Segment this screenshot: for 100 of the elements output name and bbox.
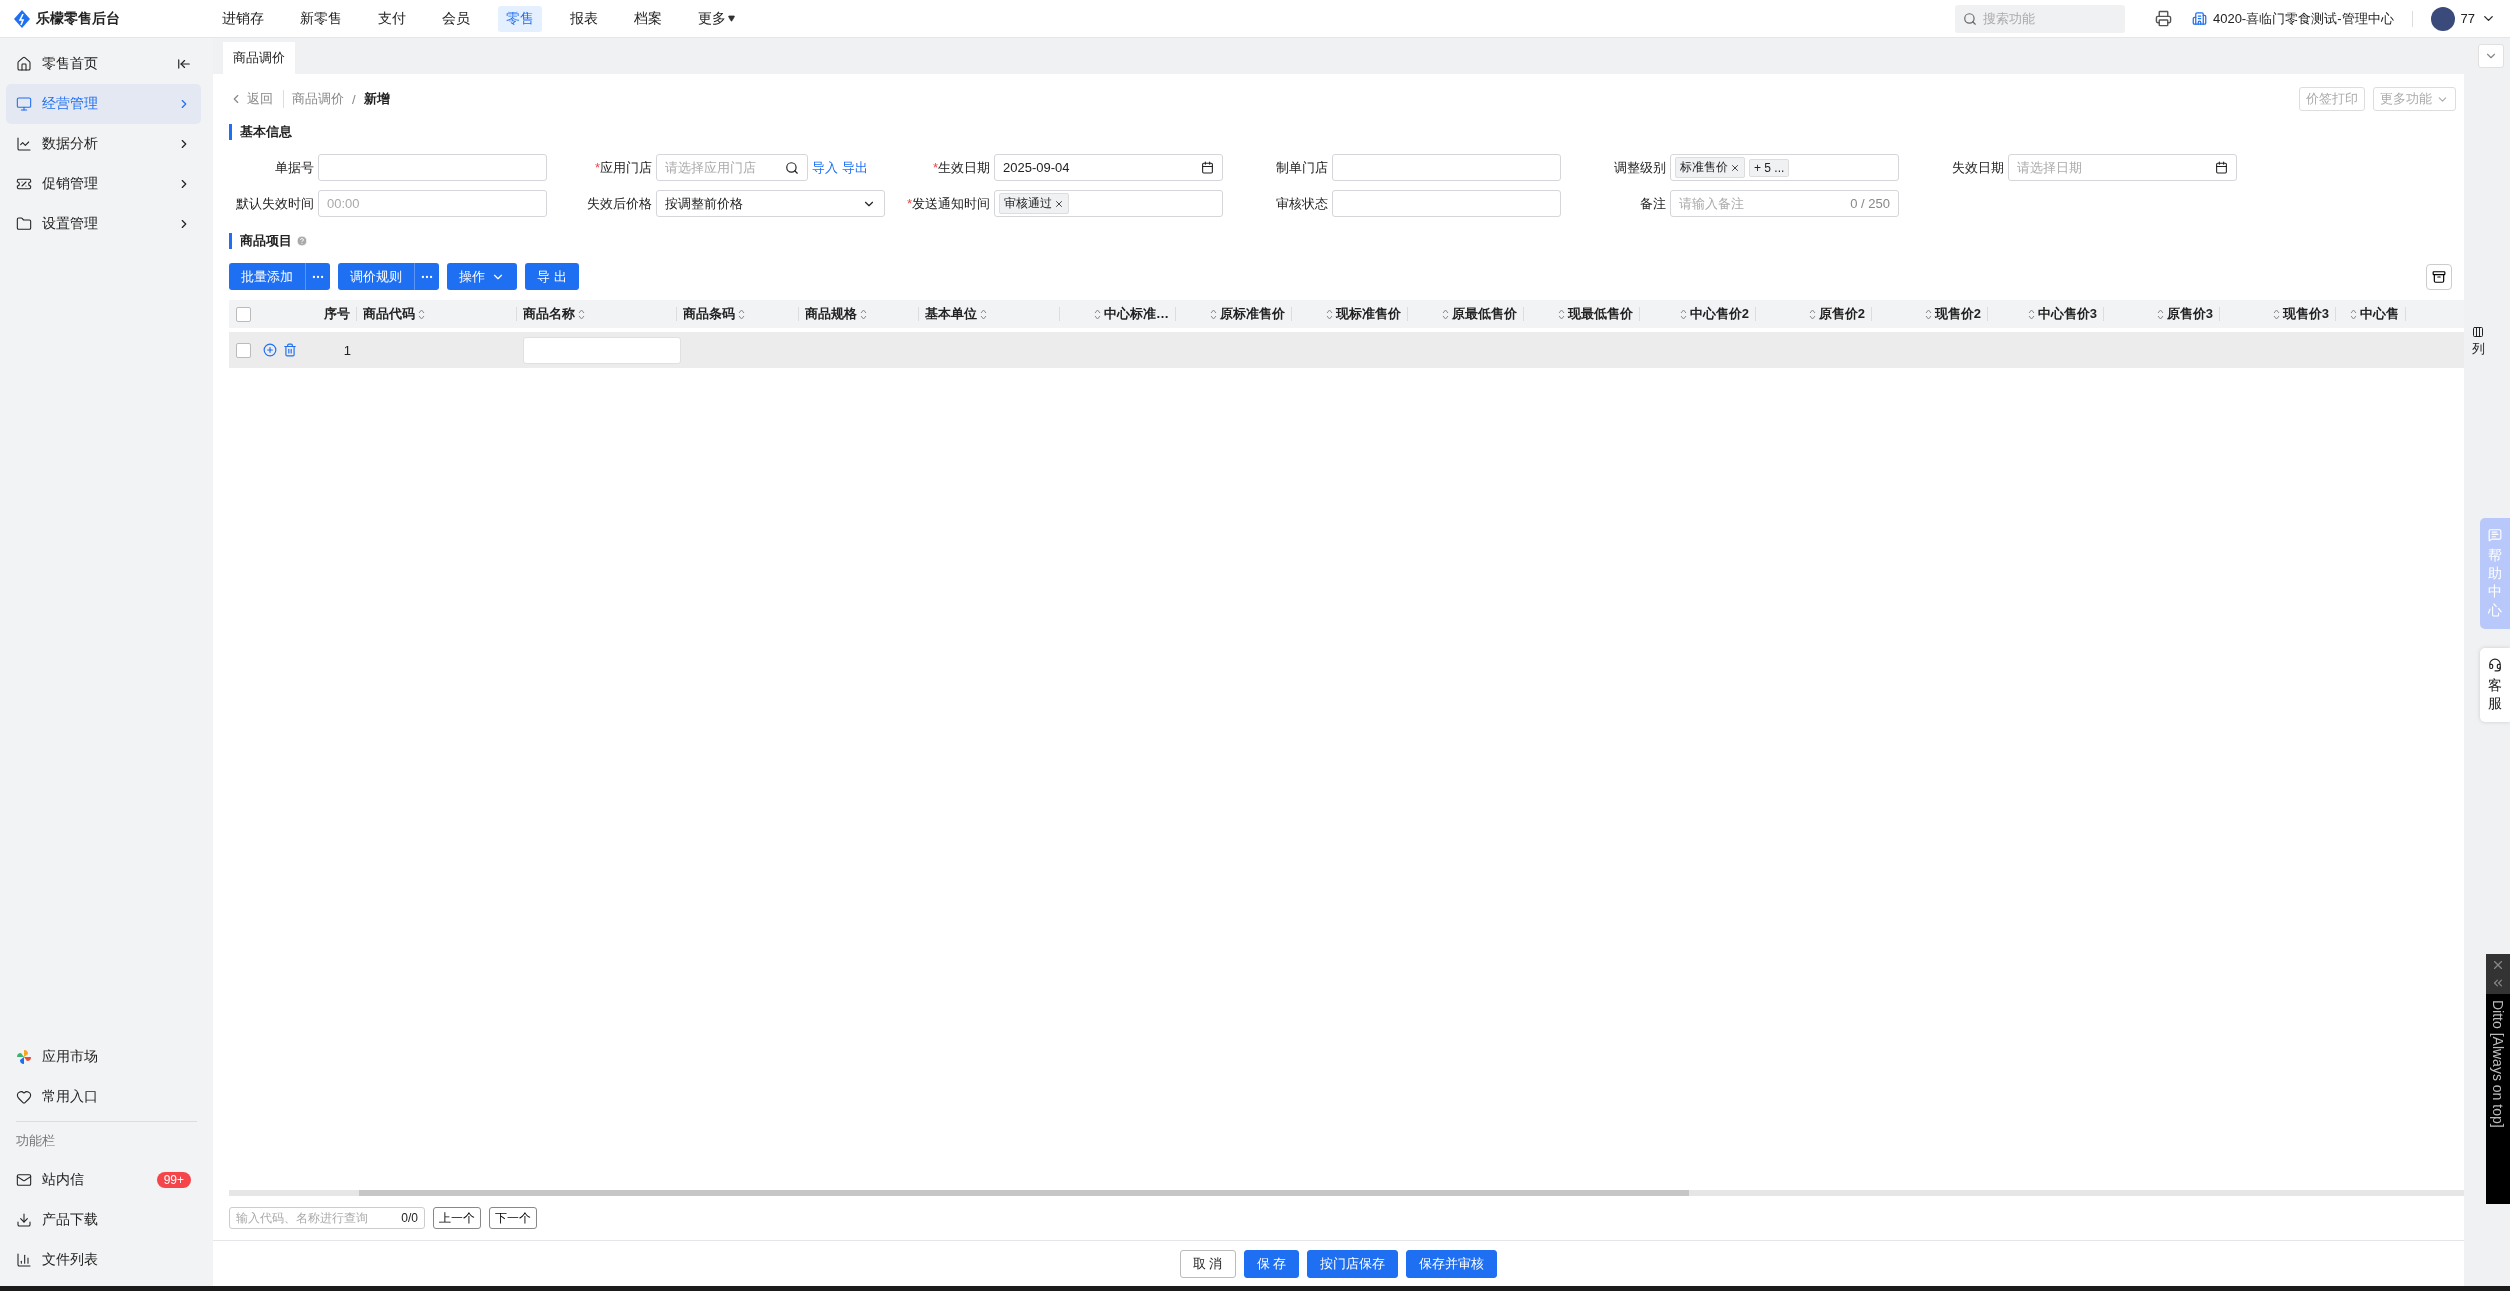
- collapse-icon[interactable]: [177, 57, 191, 71]
- sort-icon[interactable]: [1924, 308, 1932, 320]
- remark-field[interactable]: 请输入备注 0 / 250: [1670, 190, 1899, 217]
- help-icon[interactable]: [296, 235, 308, 247]
- sort-icon[interactable]: [418, 308, 425, 320]
- sidebar-item[interactable]: 站内信 99+: [6, 1160, 201, 1200]
- nav-item[interactable]: 零售: [498, 5, 542, 32]
- sidebar-item[interactable]: 应用市场: [6, 1037, 201, 1077]
- checkbox[interactable]: [235, 342, 251, 358]
- link[interactable]: 导出: [842, 158, 868, 177]
- sort-icon[interactable]: [2027, 308, 2035, 320]
- column-header[interactable]: 中心售: [2336, 307, 2406, 321]
- name-input[interactable]: [523, 336, 681, 364]
- column-header[interactable]: 现标准售价: [1292, 307, 1408, 321]
- column-header[interactable]: 中心标准…: [1060, 307, 1176, 321]
- column-header[interactable]: 现最低售价: [1524, 307, 1640, 321]
- archive-button[interactable]: [2426, 263, 2452, 290]
- footer-button[interactable]: 按门店保存: [1307, 1249, 1399, 1278]
- sidebar-item[interactable]: 产品下载: [6, 1200, 201, 1240]
- back-link[interactable]: 返回: [229, 90, 284, 108]
- column-header[interactable]: 原标准售价: [1176, 307, 1292, 321]
- sort-icon[interactable]: [1808, 308, 1816, 320]
- add-icon[interactable]: [263, 343, 277, 357]
- text-field[interactable]: [318, 154, 547, 181]
- column-header[interactable]: 现售价2: [1872, 307, 1988, 321]
- close-icon[interactable]: [1054, 198, 1064, 209]
- checkbox[interactable]: [235, 306, 251, 322]
- nav-item[interactable]: 新零售: [292, 5, 350, 32]
- nav-item[interactable]: 更多: [690, 5, 743, 32]
- sort-icon[interactable]: [1558, 308, 1565, 320]
- sort-icon[interactable]: [1094, 308, 1101, 320]
- tag-select-field[interactable]: 审核通过: [994, 190, 1223, 217]
- column-header[interactable]: 商品条码: [677, 307, 799, 321]
- sort-icon[interactable]: [1442, 308, 1449, 320]
- nav-item[interactable]: 支付: [370, 5, 414, 32]
- sidebar-item[interactable]: 文件列表: [6, 1240, 201, 1280]
- sidebar-item[interactable]: 零售首页: [6, 44, 201, 84]
- column-header[interactable]: 商品规格: [799, 307, 919, 321]
- printer-icon[interactable]: [2154, 10, 2172, 27]
- footer-button[interactable]: 保存并审核: [1406, 1249, 1498, 1278]
- sidebar-item[interactable]: 经营管理: [6, 84, 201, 124]
- sidebar-item[interactable]: 常用入口: [6, 1077, 201, 1117]
- sort-icon[interactable]: [2350, 308, 2357, 320]
- sort-icon[interactable]: [980, 308, 987, 320]
- sidebar-item[interactable]: 促销管理: [6, 164, 201, 204]
- close-icon[interactable]: [1730, 162, 1740, 173]
- nav-item[interactable]: 报表: [562, 5, 606, 32]
- page-tab[interactable]: 商品调价: [223, 42, 295, 74]
- column-header[interactable]: 原售价3: [2104, 307, 2220, 321]
- column-settings-button[interactable]: 列: [2464, 326, 2492, 358]
- sidebar-item[interactable]: 设置管理: [6, 204, 201, 244]
- column-header[interactable]: 原售价2: [1756, 307, 1872, 321]
- link[interactable]: 导入: [812, 158, 838, 177]
- next-button[interactable]: 下一个: [489, 1207, 537, 1229]
- column-header[interactable]: 原最低售价: [1408, 307, 1524, 321]
- column-header[interactable]: 序号: [257, 307, 357, 321]
- sidebar-item[interactable]: 数据分析: [6, 124, 201, 164]
- sort-icon[interactable]: [2156, 308, 2164, 320]
- sort-icon[interactable]: [578, 308, 585, 320]
- customer-service-tab[interactable]: 客服: [2480, 648, 2510, 723]
- more-button[interactable]: [306, 263, 330, 290]
- column-header[interactable]: 中心售价3: [1988, 307, 2104, 321]
- sort-icon[interactable]: [860, 308, 867, 320]
- nav-item[interactable]: 进销存: [214, 5, 272, 32]
- find-field[interactable]: 输入代码、名称进行查询 0/0: [229, 1207, 425, 1229]
- nav-item[interactable]: 会员: [434, 5, 478, 32]
- sort-icon[interactable]: [2272, 308, 2280, 320]
- more-button[interactable]: [415, 263, 439, 290]
- nav-item[interactable]: 档案: [626, 5, 670, 32]
- column-header[interactable]: 基本单位: [919, 307, 1060, 321]
- tag-select-field[interactable]: 标准售价 + 5 ...: [1670, 154, 1899, 181]
- column-header[interactable]: 中心售价2: [1640, 307, 1756, 321]
- scrollbar-thumb[interactable]: [359, 1190, 1689, 1196]
- text-field[interactable]: [1332, 154, 1561, 181]
- column-header[interactable]: 现售价3: [2220, 307, 2336, 321]
- footer-button[interactable]: 取 消: [1179, 1249, 1236, 1278]
- prev-button[interactable]: 上一个: [433, 1207, 481, 1229]
- text-field[interactable]: [1332, 190, 1561, 217]
- breadcrumb-item[interactable]: 商品调价: [292, 90, 344, 108]
- toolbar-button[interactable]: 导 出: [525, 263, 579, 290]
- footer-button[interactable]: 保 存: [1243, 1249, 1300, 1278]
- select-field[interactable]: 按调整前价格: [656, 190, 885, 217]
- date-field[interactable]: 2025-09-04: [994, 154, 1223, 181]
- section-title: 商品项目: [240, 232, 292, 250]
- user-name[interactable]: 77: [2460, 11, 2475, 26]
- toolbar-button[interactable]: 操作: [447, 263, 517, 290]
- bar-chart-icon: [16, 1252, 32, 1268]
- column-header[interactable]: 商品代码: [357, 307, 517, 321]
- store-name[interactable]: 4020-喜临门零食测试-管理中心: [2212, 9, 2394, 28]
- sort-icon[interactable]: [1326, 308, 1333, 320]
- toolbar-button[interactable]: 调价规则: [338, 263, 415, 290]
- sort-icon[interactable]: [738, 308, 745, 320]
- close-icon[interactable]: [2491, 958, 2505, 972]
- tab-menu-button[interactable]: [2478, 44, 2504, 68]
- sort-icon[interactable]: [1210, 308, 1217, 320]
- toolbar-button[interactable]: 批量添加: [229, 263, 306, 290]
- delete-icon[interactable]: [283, 343, 297, 357]
- avatar[interactable]: [2430, 6, 2455, 31]
- sort-icon[interactable]: [1679, 308, 1687, 320]
- column-header[interactable]: 商品名称: [517, 307, 677, 321]
